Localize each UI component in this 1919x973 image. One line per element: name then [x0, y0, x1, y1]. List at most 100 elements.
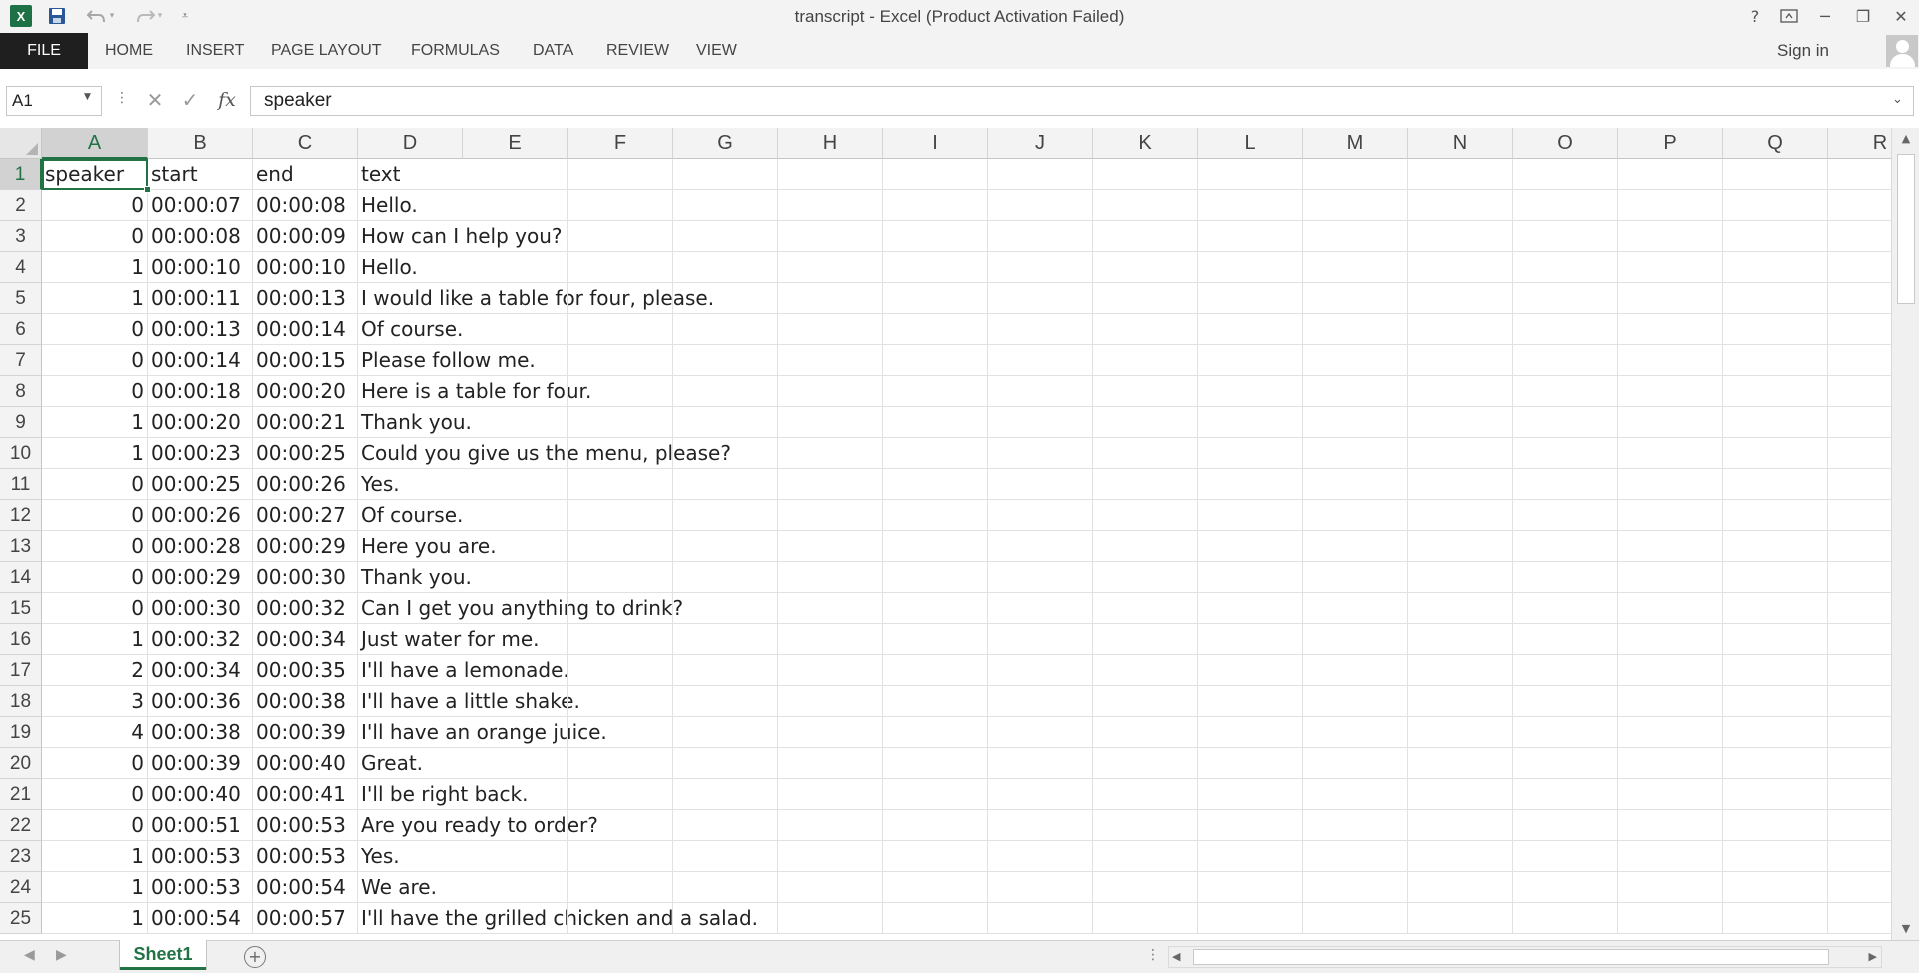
empty-cell[interactable]: [673, 872, 778, 903]
empty-cell[interactable]: [883, 655, 988, 686]
empty-cell[interactable]: [778, 314, 883, 345]
empty-cell[interactable]: [1093, 469, 1198, 500]
row-header[interactable]: 13: [0, 531, 42, 562]
empty-cell[interactable]: [1828, 779, 1891, 810]
empty-cell[interactable]: [883, 221, 988, 252]
undo-button[interactable]: ▾: [80, 4, 120, 28]
empty-cell[interactable]: [1723, 841, 1828, 872]
empty-cell[interactable]: [1618, 283, 1723, 314]
cell-a6[interactable]: 0: [42, 314, 148, 345]
empty-cell[interactable]: [568, 903, 673, 934]
empty-cell[interactable]: [988, 562, 1093, 593]
cell-c24[interactable]: 00:00:54: [253, 872, 358, 903]
empty-cell[interactable]: [1828, 872, 1891, 903]
empty-cell[interactable]: [883, 872, 988, 903]
empty-cell[interactable]: [673, 717, 778, 748]
cell-d25[interactable]: I'll have the grilled chicken and a sala…: [358, 903, 758, 934]
empty-cell[interactable]: [1513, 779, 1618, 810]
empty-cell[interactable]: [1093, 903, 1198, 934]
empty-cell[interactable]: [883, 810, 988, 841]
empty-cell[interactable]: [463, 438, 568, 469]
column-header-l[interactable]: L: [1198, 128, 1303, 159]
empty-cell[interactable]: [1303, 345, 1408, 376]
cell-a18[interactable]: 3: [42, 686, 148, 717]
empty-cell[interactable]: [1198, 872, 1303, 903]
cell-b19[interactable]: 00:00:38: [148, 717, 253, 748]
customize-quick-access-icon[interactable]: ⩡: [176, 4, 194, 28]
empty-cell[interactable]: [1303, 624, 1408, 655]
row-header[interactable]: 3: [0, 221, 42, 252]
empty-cell[interactable]: [1828, 748, 1891, 779]
empty-cell[interactable]: [1723, 686, 1828, 717]
insert-function-button[interactable]: fx: [214, 87, 240, 113]
empty-cell[interactable]: [1408, 562, 1513, 593]
empty-cell[interactable]: [568, 159, 673, 190]
empty-cell[interactable]: [1408, 717, 1513, 748]
column-header-b[interactable]: B: [148, 128, 253, 159]
empty-cell[interactable]: [988, 221, 1093, 252]
empty-cell[interactable]: [1303, 376, 1408, 407]
empty-cell[interactable]: [988, 655, 1093, 686]
cell-d4[interactable]: Hello.: [358, 252, 463, 283]
empty-cell[interactable]: [883, 841, 988, 872]
empty-cell[interactable]: [1198, 810, 1303, 841]
empty-cell[interactable]: [568, 593, 673, 624]
cell-b2[interactable]: 00:00:07: [148, 190, 253, 221]
empty-cell[interactable]: [673, 531, 778, 562]
empty-cell[interactable]: [1618, 903, 1723, 934]
empty-cell[interactable]: [1303, 593, 1408, 624]
empty-cell[interactable]: [463, 872, 568, 903]
sheet-tab-sheet1[interactable]: Sheet1: [120, 940, 206, 970]
cell-b23[interactable]: 00:00:53: [148, 841, 253, 872]
cell-d16[interactable]: Just water for me.: [358, 624, 540, 655]
empty-cell[interactable]: [778, 190, 883, 221]
empty-cell[interactable]: [673, 190, 778, 221]
empty-cell[interactable]: [568, 531, 673, 562]
empty-cell[interactable]: [1618, 624, 1723, 655]
empty-cell[interactable]: [1513, 438, 1618, 469]
name-box-dropdown-icon[interactable]: ▼: [84, 92, 91, 102]
empty-cell[interactable]: [1828, 314, 1891, 345]
enter-entry-button[interactable]: ✓: [179, 87, 201, 113]
empty-cell[interactable]: [1303, 903, 1408, 934]
empty-cell[interactable]: [568, 314, 673, 345]
row-header[interactable]: 19: [0, 717, 42, 748]
empty-cell[interactable]: [1303, 314, 1408, 345]
empty-cell[interactable]: [1828, 717, 1891, 748]
sign-in-link[interactable]: Sign in: [1777, 33, 1829, 69]
cell-c7[interactable]: 00:00:15: [253, 345, 358, 376]
empty-cell[interactable]: [1303, 841, 1408, 872]
redo-button[interactable]: ▾: [128, 4, 168, 28]
close-button[interactable]: ✕: [1884, 2, 1918, 30]
empty-cell[interactable]: [1303, 531, 1408, 562]
empty-cell[interactable]: [778, 159, 883, 190]
column-header-j[interactable]: J: [988, 128, 1093, 159]
empty-cell[interactable]: [463, 655, 568, 686]
empty-cell[interactable]: [463, 159, 568, 190]
empty-cell[interactable]: [1198, 748, 1303, 779]
empty-cell[interactable]: [988, 159, 1093, 190]
empty-cell[interactable]: [1408, 841, 1513, 872]
cell-a12[interactable]: 0: [42, 500, 148, 531]
ribbon-display-options-button[interactable]: [1772, 2, 1806, 30]
empty-cell[interactable]: [1513, 159, 1618, 190]
redo-dropdown-icon[interactable]: ▾: [158, 11, 163, 21]
empty-cell[interactable]: [1618, 500, 1723, 531]
empty-cell[interactable]: [673, 221, 778, 252]
cell-b6[interactable]: 00:00:13: [148, 314, 253, 345]
empty-cell[interactable]: [1303, 500, 1408, 531]
empty-cell[interactable]: [1618, 686, 1723, 717]
cell-c4[interactable]: 00:00:10: [253, 252, 358, 283]
empty-cell[interactable]: [883, 624, 988, 655]
row-header[interactable]: 25: [0, 903, 42, 934]
empty-cell[interactable]: [1513, 190, 1618, 221]
tab-file[interactable]: FILE: [0, 33, 88, 69]
help-button[interactable]: ?: [1738, 2, 1772, 30]
cell-b25[interactable]: 00:00:54: [148, 903, 253, 934]
row-header[interactable]: 5: [0, 283, 42, 314]
empty-cell[interactable]: [1723, 531, 1828, 562]
cell-b4[interactable]: 00:00:10: [148, 252, 253, 283]
cell-a5[interactable]: 1: [42, 283, 148, 314]
tab-home[interactable]: HOME: [97, 33, 161, 69]
empty-cell[interactable]: [778, 624, 883, 655]
